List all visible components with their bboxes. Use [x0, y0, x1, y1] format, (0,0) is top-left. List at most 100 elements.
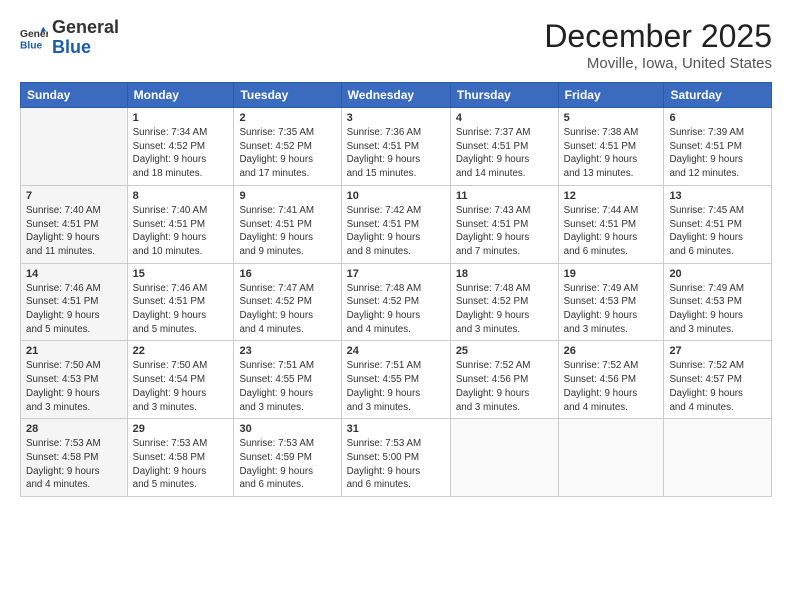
day-info: Sunrise: 7:48 AMSunset: 4:52 PMDaylight:… [347, 282, 445, 337]
month-title: December 2025 [544, 18, 772, 55]
week-row: 28 Sunrise: 7:53 AMSunset: 4:58 PMDayligh… [21, 419, 772, 497]
day-cell: 5 Sunrise: 7:38 AMSunset: 4:51 PMDaylight… [558, 108, 664, 186]
day-info: Sunrise: 7:38 AMSunset: 4:51 PMDaylight:… [564, 126, 659, 181]
week-row: 7 Sunrise: 7:40 AMSunset: 4:51 PMDaylight… [21, 185, 772, 263]
day-number: 9 [239, 190, 335, 202]
day-number: 16 [239, 268, 335, 280]
day-number: 14 [26, 268, 122, 280]
day-cell: 18 Sunrise: 7:48 AMSunset: 4:52 PMDayligh… [450, 263, 558, 341]
weekday-header: Wednesday [341, 83, 450, 108]
day-cell: 23 Sunrise: 7:51 AMSunset: 4:55 PMDayligh… [234, 341, 341, 419]
day-number: 21 [26, 345, 122, 357]
day-info: Sunrise: 7:37 AMSunset: 4:51 PMDaylight:… [456, 126, 553, 181]
day-number: 31 [347, 423, 445, 435]
day-cell: 3 Sunrise: 7:36 AMSunset: 4:51 PMDaylight… [341, 108, 450, 186]
logo-general: General [52, 17, 119, 37]
day-number: 2 [239, 112, 335, 124]
logo-icon: General Blue [20, 24, 48, 52]
day-info: Sunrise: 7:50 AMSunset: 4:54 PMDaylight:… [133, 359, 229, 414]
day-number: 1 [133, 112, 229, 124]
logo: General Blue General Blue [20, 18, 119, 58]
location-subtitle: Moville, Iowa, United States [544, 55, 772, 72]
day-cell [21, 108, 128, 186]
day-number: 11 [456, 190, 553, 202]
day-info: Sunrise: 7:53 AMSunset: 5:00 PMDaylight:… [347, 437, 445, 492]
day-cell: 10Sunrise: 7:42 AMSunset: 4:51 PMDayligh… [341, 185, 450, 263]
day-info: Sunrise: 7:40 AMSunset: 4:51 PMDaylight:… [133, 204, 229, 259]
day-cell: 17Sunrise: 7:48 AMSunset: 4:52 PMDayligh… [341, 263, 450, 341]
day-cell: 6Sunrise: 7:39 AMSunset: 4:51 PMDaylight… [664, 108, 772, 186]
day-cell: 15Sunrise: 7:46 AMSunset: 4:51 PMDayligh… [127, 263, 234, 341]
week-row: 21 Sunrise: 7:50 AMSunset: 4:53 PMDayligh… [21, 341, 772, 419]
day-number: 3 [347, 112, 445, 124]
day-info: Sunrise: 7:51 AMSunset: 4:55 PMDaylight:… [347, 359, 445, 414]
day-number: 28 [26, 423, 122, 435]
day-info: Sunrise: 7:44 AMSunset: 4:51 PMDaylight:… [564, 204, 659, 259]
day-number: 24 [347, 345, 445, 357]
day-cell: 9 Sunrise: 7:41 AMSunset: 4:51 PMDaylight… [234, 185, 341, 263]
day-info: Sunrise: 7:51 AMSunset: 4:55 PMDaylight:… [239, 359, 335, 414]
day-cell: 21 Sunrise: 7:50 AMSunset: 4:53 PMDayligh… [21, 341, 128, 419]
day-cell: 2 Sunrise: 7:35 AMSunset: 4:52 PMDaylight… [234, 108, 341, 186]
day-number: 7 [26, 190, 122, 202]
day-info: Sunrise: 7:50 AMSunset: 4:53 PMDaylight:… [26, 359, 122, 414]
day-number: 20 [669, 268, 766, 280]
day-info: Sunrise: 7:41 AMSunset: 4:51 PMDaylight:… [239, 204, 335, 259]
weekday-header: Thursday [450, 83, 558, 108]
logo-text: General Blue [52, 18, 119, 58]
day-info: Sunrise: 7:34 AMSunset: 4:52 PMDaylight:… [133, 126, 229, 181]
day-cell [558, 419, 664, 497]
day-info: Sunrise: 7:53 AMSunset: 4:58 PMDaylight:… [133, 437, 229, 492]
day-number: 22 [133, 345, 229, 357]
svg-text:Blue: Blue [20, 40, 43, 51]
day-number: 30 [239, 423, 335, 435]
day-number: 5 [564, 112, 659, 124]
weekday-row: SundayMondayTuesdayWednesdayThursdayFrid… [21, 83, 772, 108]
week-row: 14 Sunrise: 7:46 AMSunset: 4:51 PMDayligh… [21, 263, 772, 341]
title-block: December 2025 Moville, Iowa, United Stat… [544, 18, 772, 72]
header: General Blue General Blue December 2025 … [20, 18, 772, 72]
day-cell: 16 Sunrise: 7:47 AMSunset: 4:52 PMDayligh… [234, 263, 341, 341]
day-info: Sunrise: 7:36 AMSunset: 4:51 PMDaylight:… [347, 126, 445, 181]
day-cell: 4 Sunrise: 7:37 AMSunset: 4:51 PMDaylight… [450, 108, 558, 186]
day-info: Sunrise: 7:46 AMSunset: 4:51 PMDaylight:… [26, 282, 122, 337]
logo-blue: Blue [52, 37, 91, 57]
day-number: 4 [456, 112, 553, 124]
day-info: Sunrise: 7:40 AMSunset: 4:51 PMDaylight:… [26, 204, 122, 259]
day-info: Sunrise: 7:35 AMSunset: 4:52 PMDaylight:… [239, 126, 335, 181]
week-row: 1 Sunrise: 7:34 AMSunset: 4:52 PMDaylight… [21, 108, 772, 186]
weekday-header: Tuesday [234, 83, 341, 108]
day-number: 25 [456, 345, 553, 357]
day-info: Sunrise: 7:43 AMSunset: 4:51 PMDaylight:… [456, 204, 553, 259]
day-info: Sunrise: 7:39 AMSunset: 4:51 PMDaylight:… [669, 126, 766, 181]
day-cell: 11 Sunrise: 7:43 AMSunset: 4:51 PMDayligh… [450, 185, 558, 263]
day-cell: 12Sunrise: 7:44 AMSunset: 4:51 PMDayligh… [558, 185, 664, 263]
day-info: Sunrise: 7:45 AMSunset: 4:51 PMDaylight:… [669, 204, 766, 259]
weekday-header: Sunday [21, 83, 128, 108]
day-info: Sunrise: 7:47 AMSunset: 4:52 PMDaylight:… [239, 282, 335, 337]
day-cell [450, 419, 558, 497]
weekday-header: Saturday [664, 83, 772, 108]
day-number: 8 [133, 190, 229, 202]
day-number: 29 [133, 423, 229, 435]
day-number: 13 [669, 190, 766, 202]
day-number: 23 [239, 345, 335, 357]
day-number: 18 [456, 268, 553, 280]
day-cell: 29 Sunrise: 7:53 AMSunset: 4:58 PMDayligh… [127, 419, 234, 497]
day-info: Sunrise: 7:53 AMSunset: 4:59 PMDaylight:… [239, 437, 335, 492]
day-cell: 24 Sunrise: 7:51 AMSunset: 4:55 PMDayligh… [341, 341, 450, 419]
calendar-body: 1 Sunrise: 7:34 AMSunset: 4:52 PMDaylight… [21, 108, 772, 497]
day-number: 19 [564, 268, 659, 280]
day-number: 26 [564, 345, 659, 357]
day-cell: 14 Sunrise: 7:46 AMSunset: 4:51 PMDayligh… [21, 263, 128, 341]
day-number: 15 [133, 268, 229, 280]
day-info: Sunrise: 7:52 AMSunset: 4:56 PMDaylight:… [564, 359, 659, 414]
day-info: Sunrise: 7:48 AMSunset: 4:52 PMDaylight:… [456, 282, 553, 337]
day-cell: 1 Sunrise: 7:34 AMSunset: 4:52 PMDaylight… [127, 108, 234, 186]
calendar: SundayMondayTuesdayWednesdayThursdayFrid… [20, 82, 772, 497]
day-info: Sunrise: 7:52 AMSunset: 4:56 PMDaylight:… [456, 359, 553, 414]
page: General Blue General Blue December 2025 … [0, 0, 792, 612]
day-cell: 28 Sunrise: 7:53 AMSunset: 4:58 PMDayligh… [21, 419, 128, 497]
day-cell: 8 Sunrise: 7:40 AMSunset: 4:51 PMDaylight… [127, 185, 234, 263]
day-info: Sunrise: 7:53 AMSunset: 4:58 PMDaylight:… [26, 437, 122, 492]
